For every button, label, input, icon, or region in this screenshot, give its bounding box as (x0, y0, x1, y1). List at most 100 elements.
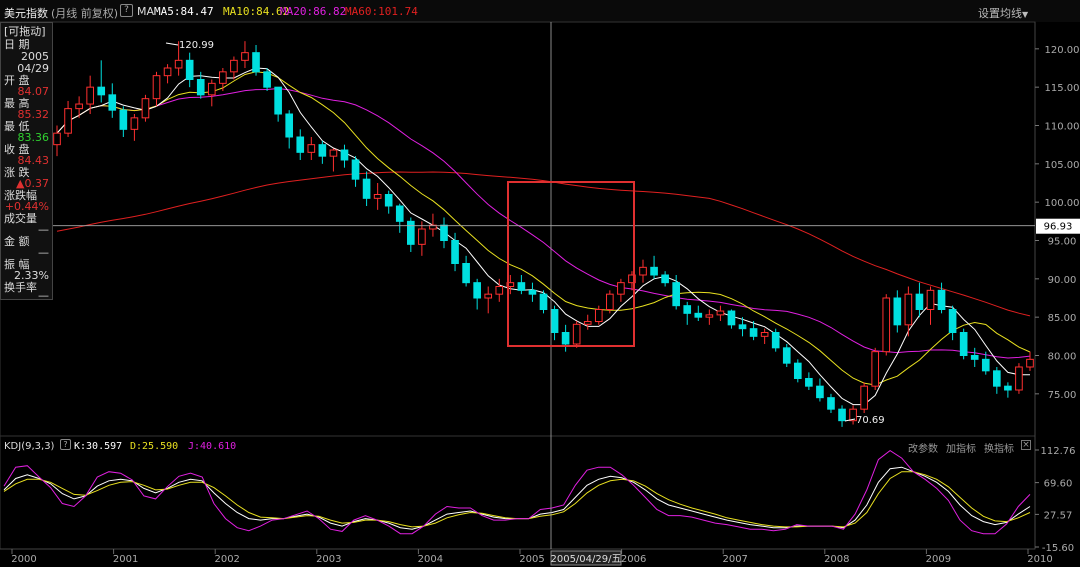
candle-body (705, 314, 714, 318)
candle-body (661, 274, 669, 284)
kdj-y-tick-label: 27.57 (1044, 510, 1073, 521)
kdj-lines (3, 449, 1031, 535)
candles (53, 41, 1034, 427)
candle-body (451, 240, 459, 264)
candle-body (473, 282, 481, 299)
candle-body (462, 263, 470, 284)
candle-body (108, 94, 117, 111)
candle-body (296, 136, 305, 153)
candle-body (749, 328, 758, 337)
candle (705, 309, 714, 325)
candle (959, 328, 968, 360)
candle-body (64, 108, 72, 134)
x-tick-label: 2009 (926, 554, 951, 565)
candle-body (716, 310, 725, 316)
candle-body (418, 228, 426, 245)
candle-body (915, 293, 924, 310)
candle (351, 156, 360, 187)
candle (661, 271, 669, 287)
candle-body (517, 282, 526, 291)
candle-body (484, 293, 493, 299)
chart-canvas[interactable]: 75.00 80.00 85.00 90.00 95.00 100.00 105.00 110… (0, 0, 1080, 567)
candle-body (683, 305, 692, 314)
change-params-button[interactable]: 改参数 (908, 440, 938, 455)
kdj-title[interactable]: KDJ(9,3,3) (4, 441, 54, 452)
candle (252, 45, 260, 76)
candle-body (407, 220, 415, 245)
candle (440, 217, 448, 249)
high-annotation: 120.99 (165, 40, 214, 51)
candle-body (329, 149, 338, 157)
candle (163, 64, 172, 84)
candle-body (362, 178, 371, 199)
kdj-j-label: J:40.610 (188, 441, 237, 452)
turnover-value: — (38, 289, 49, 302)
candle-body (318, 144, 327, 157)
candle-body (340, 149, 349, 161)
x-tick-label: 2003 (316, 554, 341, 565)
candle-body (572, 323, 581, 345)
info-panel-title[interactable]: [可拖动] (4, 25, 49, 38)
candle-body (141, 98, 150, 119)
candle (473, 278, 481, 310)
x-tick-label: 2006 (621, 554, 646, 565)
candle (517, 275, 526, 295)
candle (274, 86, 282, 122)
high-annotation-label: 120.99 (179, 40, 214, 51)
kdj-k-label: K:30.597 (74, 441, 123, 452)
candle-body (252, 52, 260, 73)
candle-body (672, 282, 680, 307)
candle (230, 56, 238, 80)
kdj-y-tick-label: -15.60 (1042, 543, 1074, 554)
candle (583, 314, 592, 330)
y-tick-label: 120.00 (1045, 45, 1080, 56)
candle-body (351, 159, 360, 180)
candle (207, 79, 216, 107)
candle-body (384, 194, 393, 207)
candle-body (694, 312, 703, 318)
kdj-help-icon[interactable]: ? (60, 439, 71, 450)
candle-body (782, 347, 791, 364)
candle (340, 144, 349, 168)
candle-body (174, 59, 183, 69)
candle-body (130, 117, 139, 130)
candle (860, 382, 868, 413)
candle-body (970, 355, 979, 360)
candle-body (373, 194, 382, 199)
candle-body (1026, 358, 1034, 368)
info-panel[interactable]: [可拖动] 日 期 2005 04/29 开 盘 84.07 最 高 85.32… (0, 22, 53, 302)
candle-body (583, 321, 592, 325)
candle (827, 393, 835, 413)
close-icon[interactable]: × (1021, 440, 1031, 450)
kdj-y-axis: 112.76 69.60 27.57 -15.60 (1035, 446, 1076, 554)
candle-body (241, 52, 249, 61)
add-indicator-button[interactable]: 加指标 (946, 440, 976, 455)
candle-body (219, 71, 227, 84)
x-axis: 2000 2001 2002 2003 2004 2005 2006 2007 2008 2009… (0, 548, 1053, 565)
x-tick-label: 2000 (11, 554, 36, 565)
candle-body (561, 332, 570, 345)
x-tick-label: 2007 (722, 554, 747, 565)
candle-body (993, 370, 1001, 387)
candle (219, 68, 227, 91)
candle (307, 137, 316, 160)
candle-body (650, 266, 658, 276)
candle (373, 183, 382, 210)
y-tick-label: 75.00 (1048, 390, 1077, 401)
y-tick-label: 115.00 (1045, 83, 1080, 94)
candle (296, 129, 305, 160)
crosshair-date-label: 2005/04/29/五 (550, 554, 621, 565)
candle-body (395, 205, 404, 222)
candle-body (738, 324, 747, 330)
candle (130, 114, 139, 141)
candle (893, 290, 902, 333)
y-tick-label: 90.00 (1048, 275, 1077, 286)
y-tick-label: 105.00 (1045, 160, 1080, 171)
candle (64, 100, 72, 137)
switch-indicator-button[interactable]: 换指标 (984, 440, 1014, 455)
candle (185, 52, 194, 88)
candle-body (274, 86, 282, 115)
kdj-y-tick-label: 69.60 (1044, 479, 1073, 490)
candle (561, 324, 570, 352)
candle (970, 347, 979, 367)
